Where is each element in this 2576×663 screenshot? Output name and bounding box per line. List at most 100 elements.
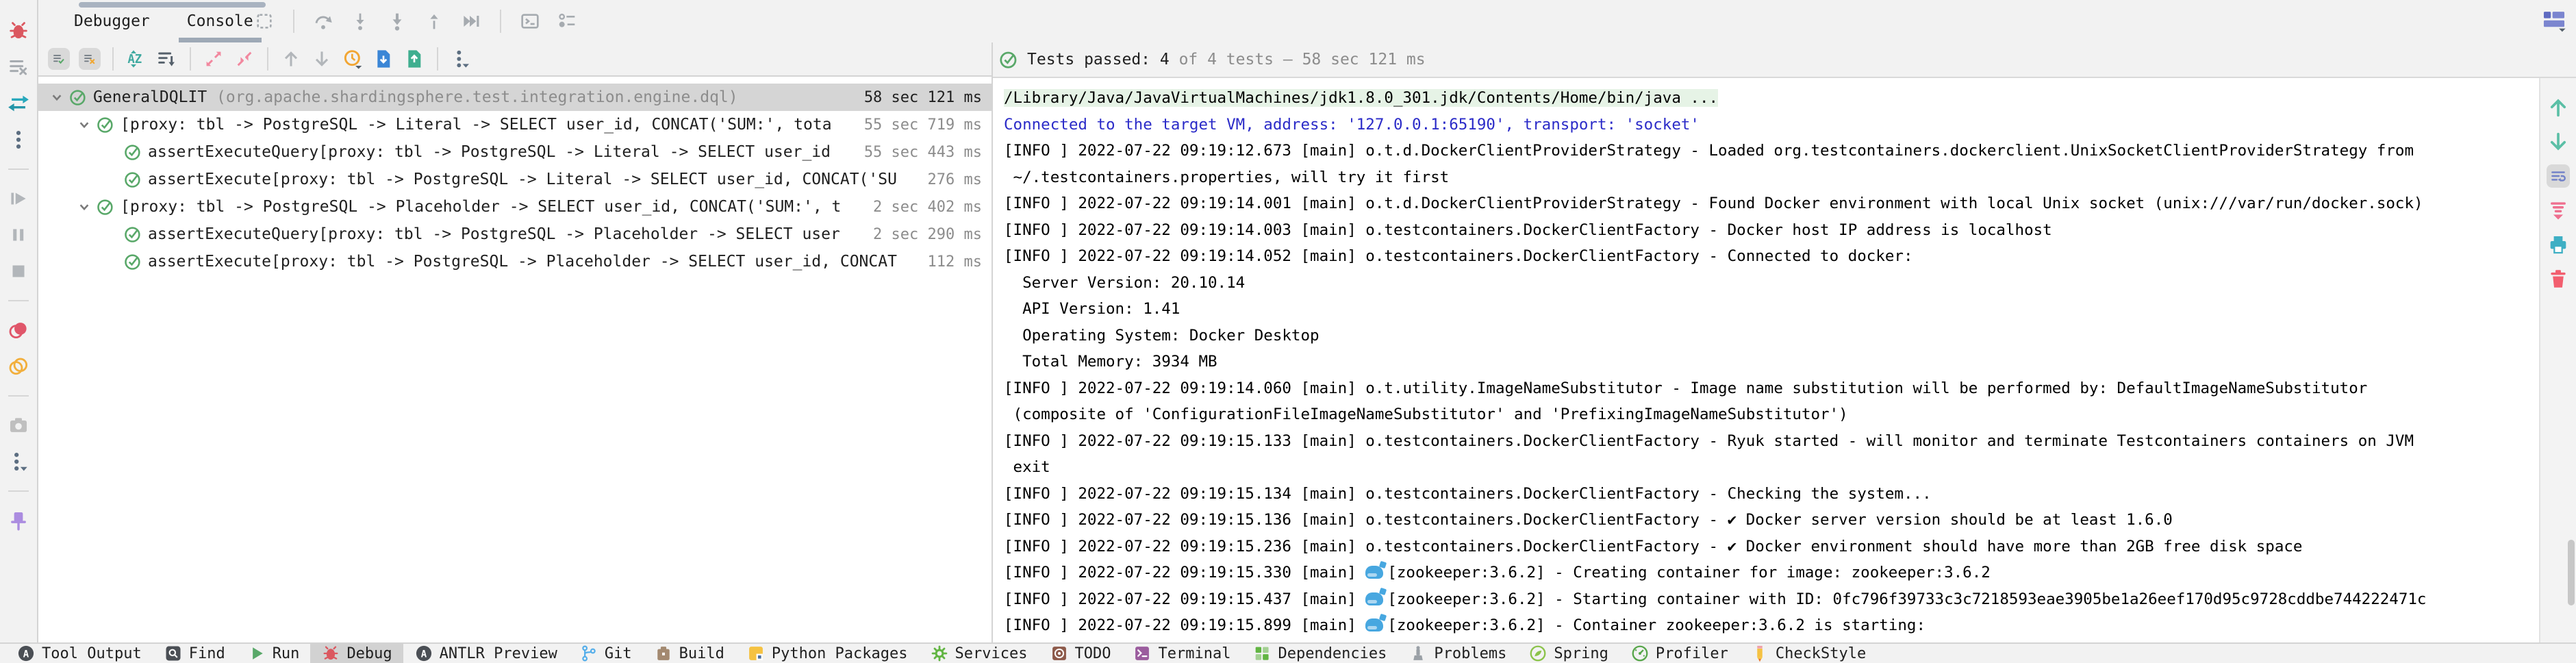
toolwindow-button-run[interactable]: Run	[236, 643, 311, 663]
show-execution-point-icon[interactable]	[253, 10, 275, 32]
more-options-icon[interactable]	[450, 48, 472, 70]
test-name: [proxy: tbl -> PostgreSQL -> Placeholder…	[121, 198, 841, 216]
toolwindow-button-tool-output[interactable]: ATool Output	[5, 643, 153, 663]
test-tree-row[interactable]: assertExecute[proxy: tbl -> PostgreSQL -…	[38, 166, 992, 193]
console-line: Server Version: 20.10.14	[1004, 270, 2539, 297]
toolbar-divider	[293, 10, 294, 33]
soft-wrap-icon[interactable]	[2547, 164, 2570, 188]
toolwindow-button-label: Find	[189, 645, 225, 662]
tests-passed-label: Tests passed:	[1027, 51, 1150, 68]
services-gear-icon	[930, 644, 949, 663]
console-line: [INFO ] 2022-07-22 09:19:15.136 [main] o…	[1004, 507, 2539, 534]
toolwindow-button-debug[interactable]: Debug	[310, 643, 403, 663]
toolwindow-button-profiler[interactable]: Profiler	[1619, 643, 1739, 663]
step-into-icon[interactable]	[349, 10, 371, 32]
next-occurrence-icon[interactable]	[2547, 130, 2570, 153]
show-passed-icon[interactable]	[48, 48, 70, 70]
collapse-all-icon[interactable]	[233, 48, 255, 70]
view-options-icon[interactable]	[556, 10, 578, 32]
toolwindow-button-dependencies[interactable]: Dependencies	[1241, 643, 1398, 663]
expand-all-icon[interactable]	[203, 48, 225, 70]
show-ignored-icon[interactable]	[79, 48, 101, 70]
import-results-icon[interactable]	[372, 48, 394, 70]
tab-console[interactable]: Console	[179, 0, 262, 42]
scroll-to-end-icon[interactable]	[2547, 199, 2570, 222]
test-tree-row[interactable]: assertExecute[proxy: tbl -> PostgreSQL -…	[38, 248, 992, 275]
sort-alphabetically-icon[interactable]: AZ	[125, 48, 147, 70]
test-duration: 276 ms	[921, 171, 992, 188]
toolbar-divider	[190, 47, 191, 71]
evaluate-expression-icon[interactable]	[519, 10, 541, 32]
test-name: assertExecuteQuery[proxy: tbl -> Postgre…	[148, 225, 840, 243]
toolwindow-button-label: CheckStyle	[1776, 645, 1866, 662]
layout-settings-icon[interactable]	[2539, 7, 2569, 33]
toolwindow-button-label: Git	[605, 645, 632, 662]
toolwindow-button-label: ANTLR Preview	[440, 645, 557, 662]
view-breakpoints-icon[interactable]	[7, 318, 30, 342]
test-passed-icon	[96, 197, 115, 216]
test-history-icon[interactable]	[342, 48, 364, 70]
tool-window-bar: ATool Output Find RunDebug A ANTLR Preview Gi…	[0, 642, 2576, 663]
test-name: [proxy: tbl -> PostgreSQL -> Literal -> …	[121, 116, 832, 134]
thread-dump-camera-icon[interactable]	[7, 414, 30, 437]
tab-debugger[interactable]: Debugger	[66, 0, 158, 42]
toolwindow-button-terminal[interactable]: Terminal	[1122, 643, 1241, 663]
resume-icon[interactable]	[7, 187, 30, 210]
vertical-scrollbar-thumb[interactable]	[2568, 540, 2575, 605]
stop-icon[interactable]	[7, 260, 30, 283]
svg-text:A: A	[23, 649, 29, 660]
test-tree-row[interactable]: assertExecuteQuery[proxy: tbl -> Postgre…	[38, 221, 992, 248]
toolwindow-button-build[interactable]: Build	[643, 643, 735, 663]
next-failed-icon[interactable]	[311, 48, 333, 70]
more-dots-arrow-icon[interactable]	[7, 450, 30, 473]
toolwindow-button-checkstyle[interactable]: CheckStyle	[1739, 643, 1877, 663]
toolwindow-button-find[interactable]: Find	[153, 643, 236, 663]
previous-failed-icon[interactable]	[280, 48, 302, 70]
force-step-into-icon[interactable]	[386, 10, 408, 32]
console-line: [INFO ] 2022-07-22 09:19:12.673 [main] o…	[1004, 138, 2539, 164]
pin-icon[interactable]	[7, 509, 30, 532]
test-duration: 2 sec 402 ms	[866, 199, 992, 216]
toolwindow-button-label: Problems	[1434, 645, 1506, 662]
toolwindow-button-label: Terminal	[1158, 645, 1230, 662]
test-duration: 112 ms	[921, 253, 992, 271]
more-dots-icon[interactable]	[7, 128, 30, 151]
step-over-icon[interactable]	[312, 10, 334, 32]
toolwindow-button-todo[interactable]: TODO	[1039, 643, 1122, 663]
step-out-icon[interactable]	[423, 10, 445, 32]
console-line: /Library/Java/JavaVirtualMachines/jdk1.8…	[1004, 85, 2539, 112]
console-line: Total Memory: 3934 MB	[1004, 349, 2539, 375]
print-icon[interactable]	[2547, 233, 2570, 256]
debug-bug-icon[interactable]	[7, 19, 30, 42]
test-tree-row[interactable]: [proxy: tbl -> PostgreSQL -> Placeholder…	[38, 193, 992, 221]
chevron-down-icon[interactable]	[75, 116, 93, 134]
toolwindow-button-python-packages[interactable]: Python Packages	[735, 643, 919, 663]
toolwindow-button-label: Python Packages	[772, 645, 908, 662]
sort-by-duration-icon[interactable]	[156, 48, 178, 70]
pause-icon[interactable]	[7, 223, 30, 247]
swap-arrows-icon[interactable]	[7, 92, 30, 115]
run-to-cursor-icon[interactable]	[460, 10, 482, 32]
prev-occurrence-icon[interactable]	[2547, 96, 2570, 119]
toolwindow-button-problems[interactable]: Problems	[1398, 643, 1517, 663]
toolbar-divider	[8, 395, 29, 397]
test-tree-row[interactable]: GeneralDQLIT (org.apache.shardingsphere.…	[38, 84, 992, 111]
console-panel: Tests passed: 4 of 4 tests – 58 sec 121 …	[993, 42, 2576, 642]
test-duration: 55 sec 443 ms	[857, 144, 992, 161]
console-output[interactable]: /Library/Java/JavaVirtualMachines/jdk1.8…	[993, 78, 2539, 642]
antlr-circle-icon: A	[414, 644, 433, 663]
toolwindow-button-services[interactable]: Services	[919, 643, 1039, 663]
spring-leaf-icon	[1528, 644, 1548, 663]
toolwindow-button-antlr-preview[interactable]: A ANTLR Preview	[403, 643, 568, 663]
test-tree-row[interactable]: [proxy: tbl -> PostgreSQL -> Literal -> …	[38, 111, 992, 138]
clear-output-icon[interactable]	[7, 55, 30, 79]
mute-breakpoints-icon[interactable]	[7, 355, 30, 378]
toolwindow-button-git[interactable]: Git	[568, 643, 643, 663]
clear-all-icon[interactable]	[2547, 267, 2570, 290]
chevron-down-icon[interactable]	[75, 198, 93, 216]
export-results-icon[interactable]	[403, 48, 425, 70]
toolwindow-button-spring[interactable]: Spring	[1517, 643, 1619, 663]
git-branch-icon	[579, 644, 598, 663]
test-tree-row[interactable]: assertExecuteQuery[proxy: tbl -> Postgre…	[38, 138, 992, 166]
chevron-down-icon[interactable]	[48, 88, 66, 106]
